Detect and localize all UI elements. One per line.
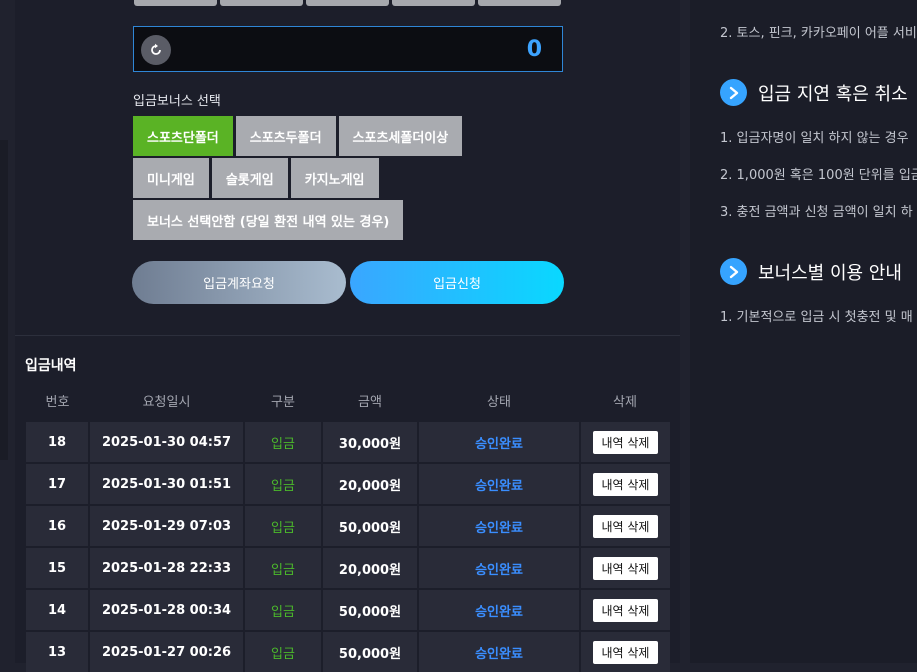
row-type: 입금 xyxy=(243,630,322,672)
bonus-option-sports-triple[interactable]: 스포츠세폴더이상 xyxy=(338,116,463,156)
deposit-history-table: 번호 요청일시 구분 금액 상태 삭제 18 2025-01-30 04:57 … xyxy=(26,380,670,672)
row-status: 승인완료 xyxy=(417,546,580,589)
section-divider xyxy=(15,335,680,336)
column-header: 상태 xyxy=(487,394,511,410)
row-amount: 50,000원 xyxy=(321,630,418,672)
chevron-right-icon xyxy=(720,258,747,285)
column-header: 요청일시 xyxy=(142,394,191,410)
row-date: 2025-01-30 01:51 xyxy=(88,462,244,505)
column-header: 구분 xyxy=(271,394,295,410)
bonus-option-slot[interactable]: 슬롯게임 xyxy=(211,158,288,198)
guide-text: 3. 충전 금액과 신청 금액이 일치 하 xyxy=(720,205,913,220)
guide-section-bonus: 보너스별 이용 안내 xyxy=(720,258,902,285)
delete-history-button[interactable]: 내역 삭제 xyxy=(592,472,659,496)
guide-text: 1. 입금자명이 일치 하지 않는 경우 xyxy=(720,131,909,146)
row-date: 2025-01-28 00:34 xyxy=(88,588,244,631)
table-row: 18 2025-01-30 04:57 입금 30,000원 승인완료 내역 삭… xyxy=(26,420,670,463)
table-row: 15 2025-01-28 22:33 입금 20,000원 승인완료 내역 삭… xyxy=(26,546,670,589)
delete-history-button[interactable]: 내역 삭제 xyxy=(592,514,659,538)
row-amount: 50,000원 xyxy=(321,504,418,547)
quick-button[interactable] xyxy=(220,0,303,6)
row-status: 승인완료 xyxy=(417,504,580,547)
chevron-right-icon xyxy=(720,79,747,106)
bonus-option-casino[interactable]: 카지노게임 xyxy=(290,158,379,198)
guide-panel: 2. 토스, 핀크, 카카오페이 어플 서비 입금 지연 혹은 취소 1. 입금… xyxy=(690,0,917,663)
delete-history-button[interactable]: 내역 삭제 xyxy=(592,556,659,580)
guide-text: 2. 1,000원 혹은 100원 단위를 입금 xyxy=(720,168,917,183)
row-amount: 30,000원 xyxy=(321,420,418,463)
table-row: 14 2025-01-28 00:34 입금 50,000원 승인완료 내역 삭… xyxy=(26,588,670,631)
bonus-options-row-2: 미니게임 슬롯게임 카지노게임 xyxy=(133,158,379,198)
row-delete-cell: 내역 삭제 xyxy=(579,420,670,463)
row-amount: 20,000원 xyxy=(321,546,418,589)
table-row: 16 2025-01-29 07:03 입금 50,000원 승인완료 내역 삭… xyxy=(26,504,670,547)
row-type: 입금 xyxy=(243,588,322,631)
row-delete-cell: 내역 삭제 xyxy=(579,504,670,547)
row-amount: 50,000원 xyxy=(321,588,418,631)
row-type: 입금 xyxy=(243,546,322,589)
bonus-option-sports-single[interactable]: 스포츠단폴더 xyxy=(133,116,233,156)
column-header: 금액 xyxy=(358,394,382,410)
row-number: 15 xyxy=(26,546,89,589)
guide-section-delay: 입금 지연 혹은 취소 xyxy=(720,79,908,106)
row-status: 승인완료 xyxy=(417,630,580,672)
amount-quick-buttons[interactable] xyxy=(134,0,561,6)
row-number: 18 xyxy=(26,420,89,463)
amount-value: 0 xyxy=(526,37,542,62)
row-number: 14 xyxy=(26,588,89,631)
delete-history-button[interactable]: 내역 삭제 xyxy=(592,640,659,664)
delete-history-button[interactable]: 내역 삭제 xyxy=(592,430,659,454)
guide-text: 1. 기본적으로 입금 시 첫충전 및 매 xyxy=(720,310,913,325)
row-status: 승인완료 xyxy=(417,462,580,505)
quick-button[interactable] xyxy=(392,0,475,6)
row-delete-cell: 내역 삭제 xyxy=(579,546,670,589)
row-date: 2025-01-27 00:26 xyxy=(88,630,244,672)
guide-section-title: 보너스별 이용 안내 xyxy=(758,262,902,284)
row-delete-cell: 내역 삭제 xyxy=(579,462,670,505)
row-date: 2025-01-29 07:03 xyxy=(88,504,244,547)
bonus-option-sports-double[interactable]: 스포츠두폴더 xyxy=(235,116,336,156)
table-row: 17 2025-01-30 01:51 입금 20,000원 승인완료 내역 삭… xyxy=(26,462,670,505)
row-number: 16 xyxy=(26,504,89,547)
account-request-button[interactable]: 입금계좌요청 xyxy=(132,261,346,304)
panel-gap xyxy=(680,0,690,663)
row-delete-cell: 내역 삭제 xyxy=(579,588,670,631)
delete-history-button[interactable]: 내역 삭제 xyxy=(592,598,659,622)
row-delete-cell: 내역 삭제 xyxy=(579,630,670,672)
row-date: 2025-01-28 22:33 xyxy=(88,546,244,589)
row-type: 입금 xyxy=(243,504,322,547)
row-date: 2025-01-30 04:57 xyxy=(88,420,244,463)
table-header-row: 번호 요청일시 구분 금액 상태 삭제 xyxy=(26,380,670,421)
row-amount: 20,000원 xyxy=(321,462,418,505)
bonus-option-none[interactable]: 보너스 선택안함 (당일 환전 내역 있는 경우) xyxy=(133,200,404,240)
guide-text: 2. 토스, 핀크, 카카오페이 어플 서비 xyxy=(720,26,917,41)
column-header: 삭제 xyxy=(613,394,637,410)
table-row: 13 2025-01-27 00:26 입금 50,000원 승인완료 내역 삭… xyxy=(26,630,670,672)
bonus-options-row-3: 보너스 선택안함 (당일 환전 내역 있는 경우) xyxy=(133,200,404,240)
row-type: 입금 xyxy=(243,420,322,463)
left-edge-panel xyxy=(0,140,8,460)
quick-button[interactable] xyxy=(306,0,389,6)
row-status: 승인완료 xyxy=(417,420,580,463)
row-number: 17 xyxy=(26,462,89,505)
bonus-option-minigame[interactable]: 미니게임 xyxy=(133,158,209,198)
guide-section-title: 입금 지연 혹은 취소 xyxy=(758,83,908,105)
quick-button[interactable] xyxy=(134,0,217,6)
row-number: 13 xyxy=(26,630,89,672)
deposit-amount-field[interactable]: 0 xyxy=(133,26,563,72)
row-status: 승인완료 xyxy=(417,588,580,631)
bonus-options-row-1: 스포츠단폴더 스포츠두폴더 스포츠세폴더이상 xyxy=(133,116,463,156)
refresh-icon[interactable] xyxy=(141,35,171,65)
bonus-section-title: 입금보너스 선택 xyxy=(133,94,221,109)
column-header: 번호 xyxy=(45,394,70,410)
row-type: 입금 xyxy=(243,462,322,505)
history-title: 입금내역 xyxy=(25,358,77,374)
deposit-request-button[interactable]: 입금신청 xyxy=(350,261,564,304)
quick-button[interactable] xyxy=(478,0,561,6)
